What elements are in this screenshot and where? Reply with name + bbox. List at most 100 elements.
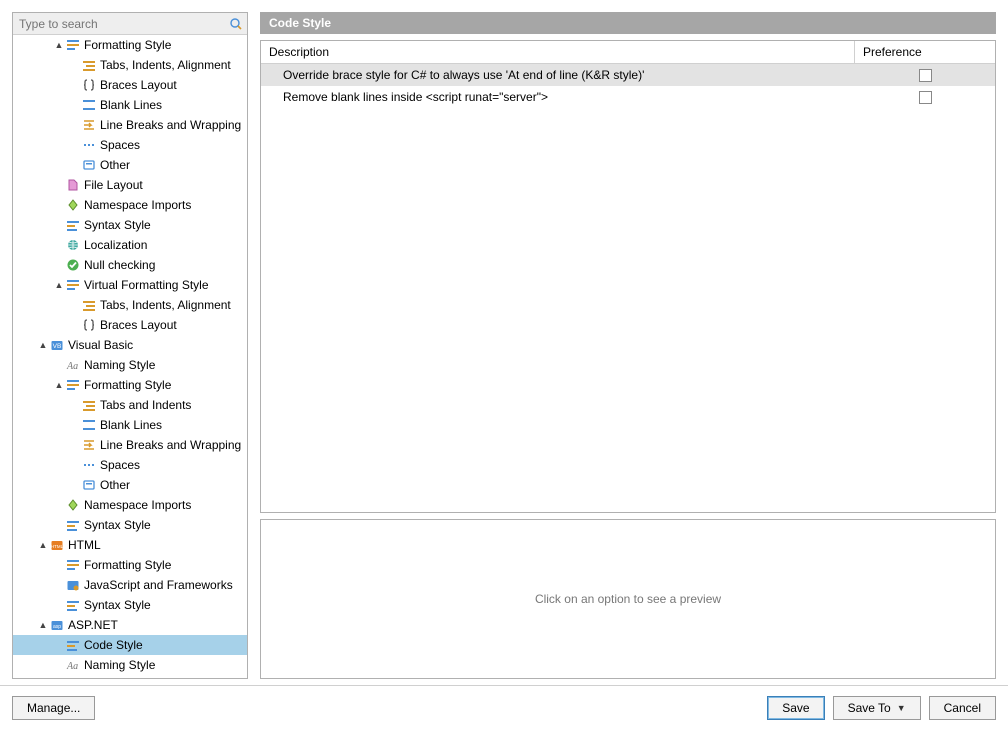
tree-item[interactable]: Namespace Imports [13,495,247,515]
tree-item[interactable]: Namespace Imports [13,195,247,215]
spaces-icon [81,137,97,153]
tree-item[interactable]: AaNaming Style [13,655,247,675]
codestyle-icon [65,637,81,653]
options-table-body: Override brace style for C# to always us… [261,64,995,512]
tree-item[interactable]: ▲VBVisual Basic [13,335,247,355]
tree-item-label: Null checking [84,258,155,272]
tree-item[interactable]: Line Breaks and Wrapping [13,435,247,455]
blanklines-icon [81,417,97,433]
svg-text:asp: asp [53,624,61,630]
linebreaks-icon [81,437,97,453]
tree-item[interactable]: Null checking [13,255,247,275]
save-button[interactable]: Save [767,696,824,720]
tree-item-label: Line Breaks and Wrapping [100,438,241,452]
tree-item[interactable]: Tabs, Indents, Alignment [13,55,247,75]
tree-item-label: Spaces [100,138,140,152]
preference-checkbox[interactable] [919,69,932,82]
tree-item-label: Syntax Style [84,218,151,232]
tree-item[interactable]: Blank Lines [13,415,247,435]
preview-box: Click on an option to see a preview [260,519,996,679]
formattingstyle-icon [65,377,81,393]
option-row[interactable]: Remove blank lines inside <script runat=… [261,86,995,108]
tree-item[interactable]: Code Style [13,635,247,655]
tree-item[interactable]: ▲HTMLHTML [13,535,247,555]
tree-item[interactable]: Line Breaks and Wrapping [13,115,247,135]
tree-item-label: Namespace Imports [84,498,191,512]
html-icon: HTML [49,537,65,553]
tree-item-label: Visual Basic [68,338,133,352]
search-input[interactable] [13,13,225,34]
tree-item-label: HTML [68,538,101,552]
tree-item[interactable]: Tabs and Indents [13,395,247,415]
jsframeworks-icon [65,577,81,593]
expand-caret-icon[interactable]: ▲ [53,40,65,50]
settings-tree: ▲Formatting StyleTabs, Indents, Alignmen… [13,35,247,678]
save-to-button[interactable]: Save To ▼ [833,696,921,720]
tree-item[interactable]: Syntax Style [13,515,247,535]
tree-item-label: Namespace Imports [84,198,191,212]
tree-item[interactable]: Other [13,475,247,495]
tree-item[interactable]: File Layout [13,175,247,195]
tree-item[interactable]: Tabs, Indents, Alignment [13,295,247,315]
braces-icon [81,317,97,333]
options-table: Description Preference Override brace st… [260,40,996,513]
tree-item[interactable]: Braces Layout [13,315,247,335]
option-preference-cell [855,69,995,82]
tree-item[interactable]: Spaces [13,135,247,155]
column-preference[interactable]: Preference [855,41,995,63]
search-row [13,13,247,35]
svg-text:Aa: Aa [66,361,78,372]
tree-item-label: Formatting Style [84,558,171,572]
tree-item[interactable]: Syntax Style [13,595,247,615]
tabs-icon [81,57,97,73]
option-row[interactable]: Override brace style for C# to always us… [261,64,995,86]
tree-item[interactable]: Blank Lines [13,95,247,115]
namespace-icon [65,197,81,213]
cancel-button[interactable]: Cancel [929,696,996,720]
tree-item-label: Braces Layout [100,78,177,92]
tree-item[interactable]: ▲ Virtual Formatting Style [13,275,247,295]
tree-item-label: Syntax Style [84,518,151,532]
column-description[interactable]: Description [261,41,855,63]
manage-button[interactable]: Manage... [12,696,95,720]
expand-caret-icon[interactable]: ▲ [53,380,65,390]
tree-item-label: JavaScript and Frameworks [84,578,233,592]
option-preference-cell [855,91,995,104]
tree-item[interactable]: Localization [13,235,247,255]
expand-caret-icon[interactable]: ▲ [37,540,49,550]
tree-item[interactable]: Syntax Style [13,215,247,235]
tree-item[interactable]: Aa Naming Style [13,355,247,375]
options-table-head: Description Preference [261,41,995,64]
linebreaks-icon [81,117,97,133]
braces-icon [81,77,97,93]
tree-item[interactable]: Spaces [13,455,247,475]
spaces-icon [81,457,97,473]
localization-icon [65,237,81,253]
expand-caret-icon[interactable]: ▲ [37,620,49,630]
tree-item-label: Line Breaks and Wrapping [100,118,241,132]
tree-item[interactable]: Braces Layout [13,75,247,95]
expand-caret-icon[interactable]: ▲ [53,280,65,290]
nullcheck-icon [65,257,81,273]
expand-caret-icon[interactable]: ▲ [37,340,49,350]
tree-item[interactable]: Other [13,155,247,175]
visualbasic-icon: VB [49,337,65,353]
tree-item[interactable]: ▲Formatting Style [13,375,247,395]
tree-item[interactable]: ▲Formatting Style [13,35,247,55]
tree-item-label: Naming Style [84,358,155,372]
settings-tree-panel: ▲Formatting StyleTabs, Indents, Alignmen… [12,12,248,679]
tree-item[interactable]: ▲aspASP.NET [13,615,247,635]
tree-item-label: Blank Lines [100,418,162,432]
tree-item-label: Virtual Formatting Style [84,278,209,292]
settings-tree-scroll[interactable]: ▲Formatting StyleTabs, Indents, Alignmen… [13,35,247,678]
tree-item[interactable]: Formatting Style [13,555,247,575]
chevron-down-icon: ▼ [897,703,906,713]
syntaxstyle-icon [65,597,81,613]
tree-item-label: Naming Style [84,658,155,672]
tree-item[interactable]: JavaScript and Frameworks [13,575,247,595]
formattingstyle-icon [65,37,81,53]
save-to-label: Save To [848,701,891,715]
preference-checkbox[interactable] [919,91,932,104]
search-icon[interactable] [225,13,247,34]
aspnet-icon: asp [49,617,65,633]
